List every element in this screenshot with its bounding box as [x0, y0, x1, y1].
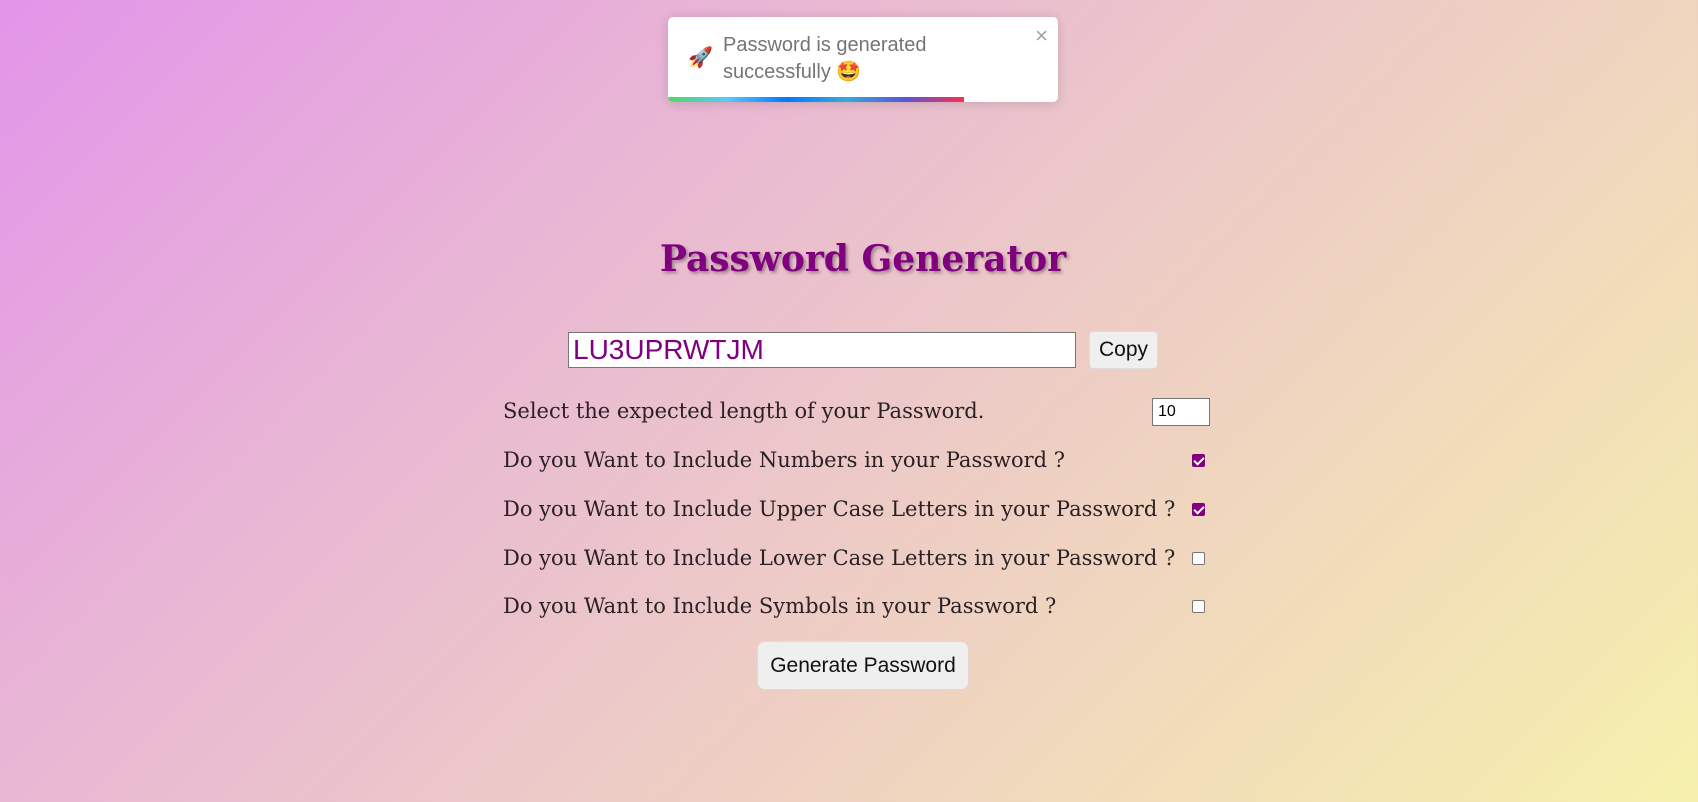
- page-title: Password Generator: [659, 238, 1067, 280]
- toast-message: Password is generated successfully 🤩: [723, 34, 927, 83]
- rocket-icon: 🚀: [688, 45, 713, 69]
- length-input[interactable]: 10: [1152, 398, 1210, 426]
- numbers-checkbox[interactable]: [1192, 454, 1205, 467]
- lowercase-checkbox[interactable]: [1192, 552, 1205, 565]
- copy-button[interactable]: Copy: [1089, 331, 1158, 369]
- symbols-label: Do you Want to Include Symbols in your P…: [503, 594, 1057, 618]
- symbols-checkbox[interactable]: [1192, 600, 1205, 613]
- lowercase-label: Do you Want to Include Lower Case Letter…: [503, 546, 1176, 570]
- uppercase-label: Do you Want to Include Upper Case Letter…: [503, 497, 1176, 521]
- password-output[interactable]: LU3UPRWTJM: [568, 332, 1076, 368]
- toast-progress-bar: [668, 97, 965, 102]
- numbers-label: Do you Want to Include Numbers in your P…: [503, 448, 1066, 472]
- toast-notification[interactable]: 🚀 Password is generated successfully 🤩 ×: [668, 17, 1058, 102]
- close-icon[interactable]: ×: [1035, 23, 1048, 49]
- length-label: Select the expected length of your Passw…: [503, 399, 985, 423]
- generate-password-button[interactable]: Generate Password: [757, 641, 969, 690]
- uppercase-checkbox[interactable]: [1192, 503, 1205, 516]
